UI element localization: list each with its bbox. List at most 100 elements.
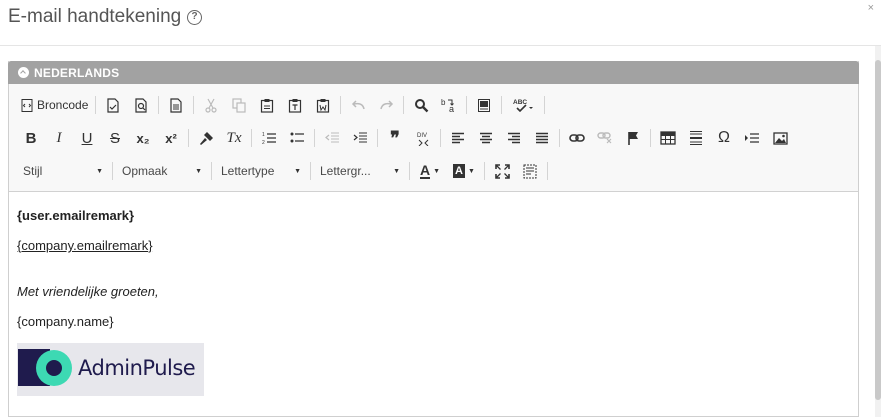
- page-break-icon[interactable]: [741, 127, 763, 149]
- format-select-value: Opmaak: [122, 164, 168, 178]
- toolbar-separator: [466, 96, 468, 114]
- toolbar-separator: [95, 96, 97, 114]
- paste-word-icon[interactable]: [312, 94, 334, 116]
- scrollbar-thumb[interactable]: [875, 60, 881, 400]
- align-center-icon[interactable]: [475, 127, 497, 149]
- templates-icon[interactable]: [165, 94, 187, 116]
- save-icon[interactable]: [102, 94, 124, 116]
- toolbar-row-3: Stijl ▼ Opmaak ▼ Lettertype ▼ Lettergr... ▼ …: [17, 158, 551, 184]
- anchor-flag-icon[interactable]: [622, 127, 644, 149]
- svg-text:b: b: [441, 98, 446, 107]
- spellcheck-icon[interactable]: ABC: [508, 94, 538, 116]
- copy-icon[interactable]: [228, 94, 250, 116]
- source-button[interactable]: Broncode: [17, 94, 92, 116]
- italic-icon[interactable]: I: [48, 127, 70, 149]
- table-icon[interactable]: [657, 127, 679, 149]
- subscript-icon[interactable]: x₂: [132, 127, 154, 149]
- remove-format-icon[interactable]: Tx: [223, 127, 245, 149]
- editor-content-area[interactable]: {user.emailremark} {company.emailremark}…: [9, 193, 858, 416]
- cut-icon[interactable]: [200, 94, 222, 116]
- bulleted-list-icon[interactable]: [286, 127, 308, 149]
- image-icon[interactable]: [769, 127, 791, 149]
- superscript-icon[interactable]: x²: [160, 127, 182, 149]
- blockquote-icon[interactable]: ❞: [384, 127, 406, 149]
- toolbar-separator: [193, 96, 195, 114]
- svg-text:1: 1: [262, 132, 265, 138]
- align-left-icon[interactable]: [447, 127, 469, 149]
- logo-wordmark: AdminPulse: [78, 356, 196, 380]
- text-color-glyph: A: [419, 161, 431, 179]
- svg-text:DIV: DIV: [417, 133, 427, 139]
- numbered-list-icon[interactable]: 12: [258, 127, 280, 149]
- undo-icon[interactable]: [347, 94, 369, 116]
- format-select[interactable]: Opmaak ▼: [116, 160, 208, 182]
- panel-header[interactable]: NEDERLANDS: [8, 61, 859, 84]
- paste-icon[interactable]: [256, 94, 278, 116]
- font-select-value: Lettertype: [221, 164, 275, 178]
- font-size-select[interactable]: Lettergr... ▼: [314, 160, 406, 182]
- select-all-icon[interactable]: [473, 94, 495, 116]
- unlink-icon[interactable]: [594, 127, 616, 149]
- toolbar-separator: [340, 96, 342, 114]
- svg-text:a: a: [449, 104, 454, 113]
- greeting-line[interactable]: Met vriendelijke groeten,: [17, 284, 159, 299]
- background-color-icon[interactable]: A ▼: [450, 160, 478, 182]
- company-logo[interactable]: AdminPulse: [17, 343, 204, 396]
- svg-text:2: 2: [262, 140, 265, 145]
- replace-icon[interactable]: ba: [438, 94, 460, 116]
- style-select-value: Stijl: [23, 164, 43, 178]
- user-emailremark-line[interactable]: {user.emailremark}: [17, 208, 134, 223]
- redo-icon[interactable]: [375, 94, 397, 116]
- link-icon[interactable]: [566, 127, 588, 149]
- align-justify-icon[interactable]: [531, 127, 553, 149]
- chevron-down-icon: ▼: [294, 167, 301, 175]
- bold-icon[interactable]: B: [20, 127, 42, 149]
- toolbar-separator: [314, 129, 315, 147]
- dialog-title: E-mail handtekening: [8, 6, 182, 27]
- show-blocks-icon[interactable]: [519, 160, 541, 182]
- toolbar-separator: [547, 162, 548, 180]
- preview-icon[interactable]: [130, 94, 152, 116]
- toolbar-row-2: B I U S x₂ x² Tx 12 ❞ DIV Ω: [17, 125, 794, 151]
- background-color-glyph: A: [453, 164, 465, 178]
- strikethrough-icon[interactable]: S: [104, 127, 126, 149]
- company-emailremark-line[interactable]: {company.emailremark}: [17, 238, 153, 253]
- logo-dot: [46, 360, 62, 376]
- copy-format-icon[interactable]: [195, 127, 217, 149]
- toolbar-separator: [559, 129, 560, 147]
- toolbar-separator: [650, 129, 651, 147]
- chevron-up-circle-icon[interactable]: [18, 67, 29, 78]
- toolbar-separator: [251, 129, 252, 147]
- toolbar-separator: [310, 162, 311, 180]
- style-select[interactable]: Stijl ▼: [17, 160, 109, 182]
- question-circle-icon[interactable]: ?: [187, 10, 202, 25]
- indent-icon[interactable]: [349, 127, 371, 149]
- text-color-icon[interactable]: A ▼: [416, 160, 444, 182]
- toolbar-separator: [484, 162, 485, 180]
- chevron-down-icon: ▼: [96, 167, 103, 175]
- toolbar-separator: [158, 96, 160, 114]
- toolbar-separator: [544, 96, 546, 114]
- find-icon[interactable]: [410, 94, 432, 116]
- font-select[interactable]: Lettertype ▼: [215, 160, 307, 182]
- panel-header-label: NEDERLANDS: [34, 66, 120, 80]
- align-right-icon[interactable]: [503, 127, 525, 149]
- outdent-icon[interactable]: [321, 127, 343, 149]
- toolbar-separator: [501, 96, 503, 114]
- toolbar-separator: [409, 162, 410, 180]
- chevron-down-icon: ▼: [393, 167, 400, 175]
- close-icon[interactable]: ×: [868, 2, 874, 14]
- font-size-select-value: Lettergr...: [320, 164, 371, 178]
- company-name-line[interactable]: {company.name}: [17, 314, 114, 329]
- create-div-icon[interactable]: DIV: [412, 127, 434, 149]
- toolbar-separator: [440, 129, 441, 147]
- paste-text-icon[interactable]: [284, 94, 306, 116]
- horizontal-line-icon[interactable]: [685, 127, 707, 149]
- underline-icon[interactable]: U: [76, 127, 98, 149]
- source-label: Broncode: [37, 98, 89, 112]
- dialog-header: E-mail handtekening ? ×: [0, 0, 881, 46]
- maximize-icon[interactable]: [491, 160, 513, 182]
- toolbar-separator: [211, 162, 212, 180]
- toolbar-row-1: Broncode ba ABC: [17, 92, 548, 118]
- omega-icon[interactable]: Ω: [713, 127, 735, 149]
